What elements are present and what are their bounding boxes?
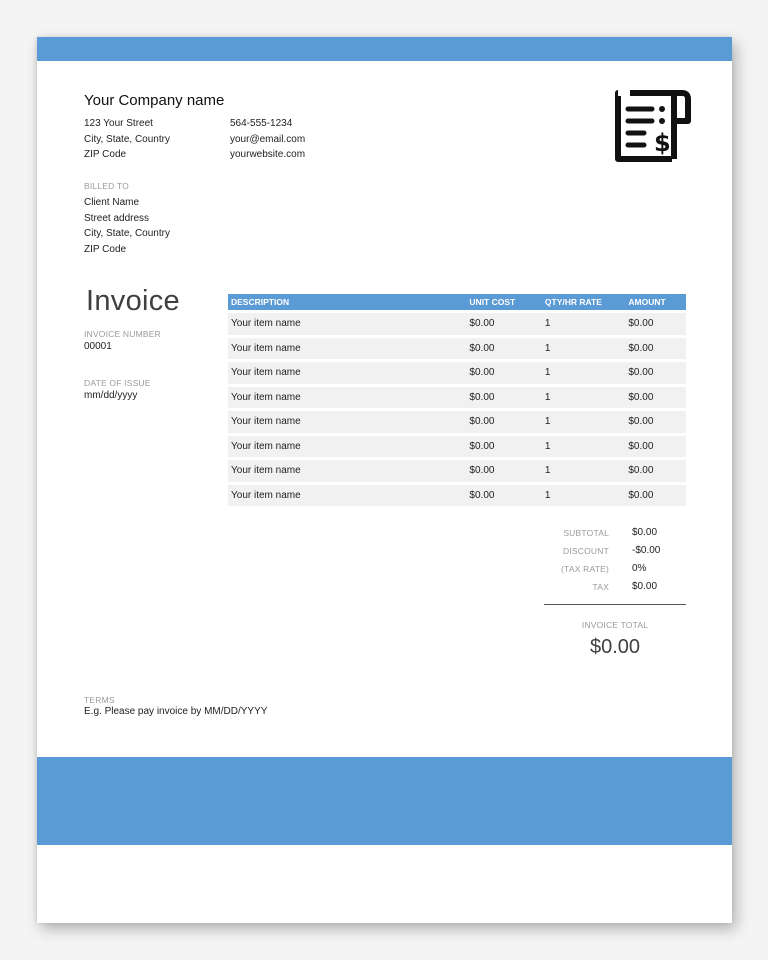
footer-band [37,757,732,845]
item-amount: $0.00 [628,367,654,379]
discount-row: DISCOUNT -$0.00 [529,545,660,556]
item-amount: $0.00 [628,489,654,501]
svg-text:$: $ [654,129,671,157]
company-contact: 564-555-1234 your@email.com yourwebsite.… [230,116,305,163]
item-description: Your item name [231,318,301,330]
table-row: Your item name $0.00 1 $0.00 [228,313,686,335]
company-address: 123 Your Street City, State, Country ZIP… [84,116,170,163]
item-unit-cost: $0.00 [469,416,495,428]
tax-row: TAX $0.00 [529,581,657,592]
company-phone: 564-555-1234 [230,118,293,129]
billed-to-label: BILLED TO [84,181,129,191]
item-description: Your item name [231,416,301,428]
table-row: Your item name $0.00 1 $0.00 [228,386,686,408]
invoice-page: Your Company name 123 Your Street City, … [37,37,732,923]
subtotal-label: SUBTOTAL [563,527,609,538]
item-description: Your item name [231,465,301,477]
invoice-total-label: INVOICE TOTAL [581,620,649,630]
discount-value: -$0.00 [632,545,661,556]
table-row: Your item name $0.00 1 $0.00 [228,337,686,359]
item-qty: 1 [544,416,551,428]
item-unit-cost: $0.00 [469,440,495,452]
item-unit-cost: $0.00 [469,342,495,354]
tax-rate-row: (TAX RATE) 0% [529,563,646,574]
tax-rate-value: 0% [632,563,647,574]
item-amount: $0.00 [628,416,654,428]
header-qty-rate: QTY/HR RATE [544,297,602,307]
item-unit-cost: $0.00 [469,367,495,379]
invoice-title: Invoice [86,285,180,317]
invoice-number: 00001 [84,341,112,352]
client-street: Street address [84,212,150,224]
client-city: City, State, Country [84,228,170,239]
item-amount: $0.00 [628,342,654,354]
address-line: City, State, Country [84,133,170,145]
table-row: Your item name $0.00 1 $0.00 [228,435,686,457]
item-description: Your item name [231,391,301,403]
item-description: Your item name [231,489,301,501]
item-amount: $0.00 [628,391,654,403]
table-row: Your item name $0.00 1 $0.00 [228,411,686,433]
item-description: Your item name [231,440,301,452]
company-website: yourwebsite.com [230,149,306,160]
table-row: Your item name $0.00 1 $0.00 [228,362,686,384]
subtotal-value: $0.00 [632,527,658,538]
item-unit-cost: $0.00 [469,318,495,330]
item-qty: 1 [544,391,551,403]
table-row: Your item name $0.00 1 $0.00 [228,484,686,506]
item-qty: 1 [544,489,551,501]
tax-label: TAX [592,581,609,592]
date-of-issue-label: DATE OF ISSUE [84,378,151,388]
discount-label: DISCOUNT [563,545,609,556]
invoice-total-value: $0.00 [589,636,641,658]
item-description: Your item name [231,367,301,379]
item-qty: 1 [544,367,551,379]
item-amount: $0.00 [628,440,654,452]
item-qty: 1 [544,318,551,330]
header-band [37,37,732,61]
billed-to-block: Client Name Street address City, State, … [84,195,170,257]
tax-rate-label: (TAX RATE) [561,563,609,574]
totals-divider [544,604,686,605]
client-zip: ZIP Code [84,243,127,255]
subtotal-row: SUBTOTAL $0.00 [529,527,657,538]
table-header: DESCRIPTION UNIT COST QTY/HR RATE AMOUNT [228,294,686,310]
item-amount: $0.00 [628,318,654,330]
item-description: Your item name [231,342,301,354]
address-line: 123 Your Street [84,118,153,129]
invoice-number-label: INVOICE NUMBER [84,329,161,339]
table-row: Your item name $0.00 1 $0.00 [228,460,686,482]
item-amount: $0.00 [628,465,654,477]
terms-text: E.g. Please pay invoice by MM/DD/YYYY [84,706,268,717]
terms-label: TERMS [84,695,115,705]
date-of-issue: mm/dd/yyyy [84,390,138,401]
item-unit-cost: $0.00 [469,465,495,477]
item-qty: 1 [544,440,551,452]
company-name: Your Company name [84,92,225,109]
line-items-table: DESCRIPTION UNIT COST QTY/HR RATE AMOUNT… [228,294,686,506]
item-unit-cost: $0.00 [469,391,495,403]
address-line: ZIP Code [84,149,127,160]
header-description: DESCRIPTION [231,297,290,307]
company-email: your@email.com [230,133,306,145]
client-name: Client Name [84,197,140,208]
item-qty: 1 [544,465,551,477]
invoice-receipt-dollar-icon: $ [615,90,691,162]
item-qty: 1 [544,342,551,354]
header-unit-cost: UNIT COST [469,297,516,307]
item-unit-cost: $0.00 [469,489,495,501]
tax-value: $0.00 [632,581,658,592]
header-amount: AMOUNT [628,297,666,307]
